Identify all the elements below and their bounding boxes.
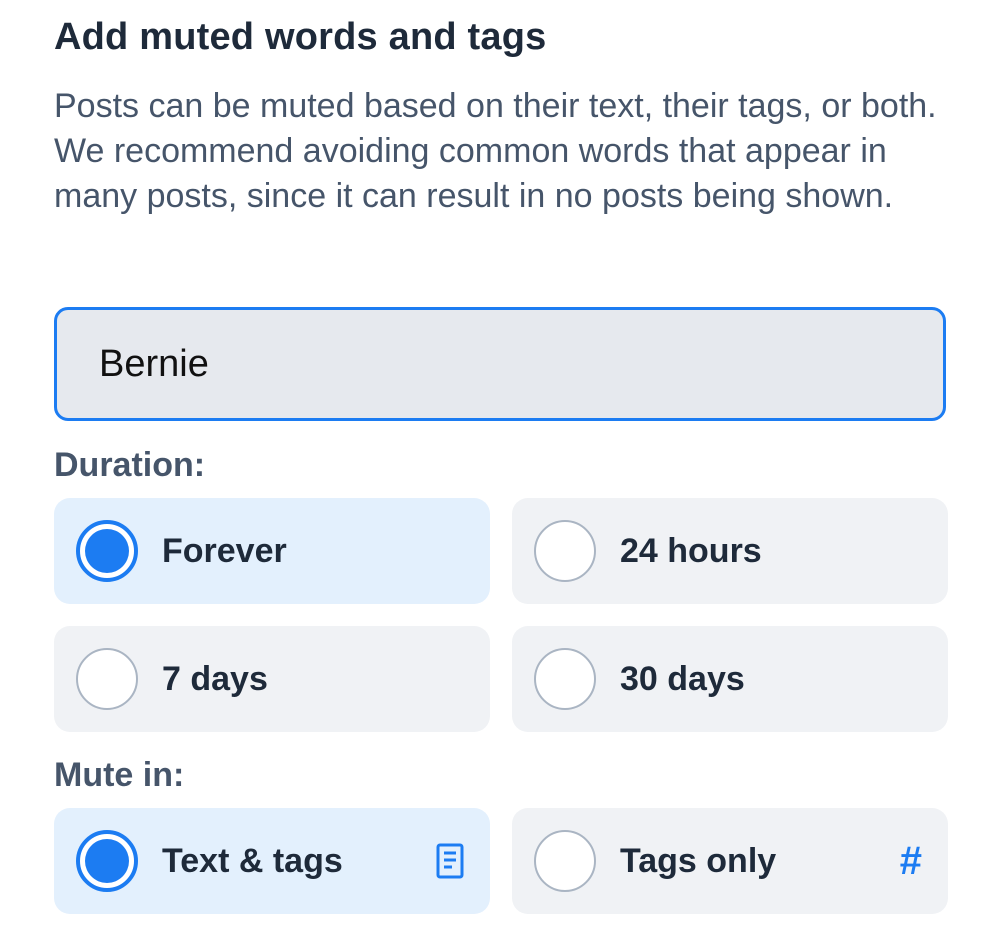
duration-option-24-hours[interactable]: 24 hours (512, 498, 948, 604)
mute-in-label: Mute in: (54, 756, 185, 794)
radio-button[interactable] (534, 830, 596, 892)
option-label: Text & tags (162, 841, 343, 880)
duration-option-forever[interactable]: Forever (54, 498, 490, 604)
radio-button[interactable] (534, 648, 596, 710)
hashtag-icon: # (899, 839, 922, 883)
duration-option-7-days[interactable]: 7 days (54, 626, 490, 732)
radio-button[interactable] (76, 830, 138, 892)
radio-button[interactable] (76, 648, 138, 710)
option-label: 24 hours (620, 531, 762, 570)
option-label: 7 days (162, 659, 268, 698)
radio-selected-dot (85, 839, 129, 883)
radio-button[interactable] (76, 520, 138, 582)
option-label: Tags only (620, 841, 777, 880)
document-icon (436, 843, 464, 879)
description-text: Posts can be muted based on their text, … (54, 87, 937, 215)
option-label: Forever (162, 531, 287, 570)
duration-label: Duration: (54, 446, 206, 484)
mute-in-option-text-and-tags[interactable]: Text & tags (54, 808, 490, 914)
option-label: 30 days (620, 659, 745, 698)
muted-word-input-container[interactable] (54, 307, 946, 421)
muted-words-sheet: Add muted words and tags Posts can be mu… (0, 0, 1000, 930)
radio-selected-dot (85, 529, 129, 573)
muted-word-input[interactable] (97, 341, 943, 387)
radio-button[interactable] (534, 520, 596, 582)
page-title: Add muted words and tags (54, 16, 547, 58)
duration-option-30-days[interactable]: 30 days (512, 626, 948, 732)
mute-in-option-tags-only[interactable]: Tags only # (512, 808, 948, 914)
